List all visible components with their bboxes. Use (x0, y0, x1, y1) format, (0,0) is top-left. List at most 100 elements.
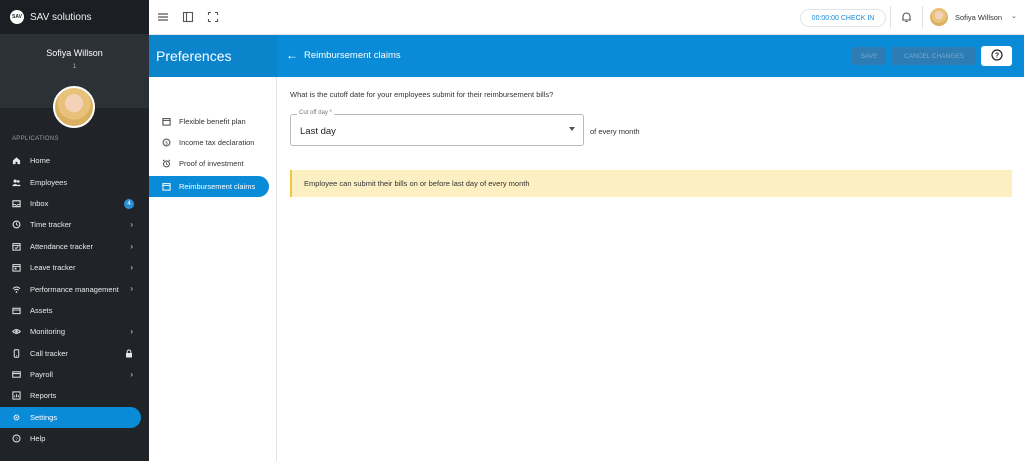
lock-icon (125, 349, 133, 360)
menu-icon[interactable] (157, 11, 169, 23)
sidebar-item-label: Reports (30, 391, 57, 401)
bell-icon[interactable] (901, 11, 912, 25)
user-name[interactable]: Sofiya Willson (955, 13, 1002, 22)
check-in-button[interactable]: 00:00:00 CHECK IN (800, 9, 886, 27)
sidebar-item-label: Employees (30, 177, 68, 187)
sidebar-item-label: Home (30, 156, 51, 166)
sidebar-item-assets[interactable]: Assets (0, 300, 149, 321)
people-icon (12, 178, 21, 187)
brand-logo: SAV (10, 10, 24, 24)
clock-icon (12, 220, 21, 229)
fullscreen-icon[interactable] (207, 11, 219, 23)
card-icon (12, 370, 21, 379)
divider (922, 6, 923, 29)
sidebar-item-label: Payroll (30, 370, 53, 380)
sidebar-item-home[interactable]: Home (0, 150, 149, 171)
user-avatar[interactable] (930, 8, 948, 26)
inbox-icon (12, 199, 21, 208)
preferences-menu: Flexible benefit plan $ Income tax decla… (149, 77, 277, 461)
sidebar-item-settings[interactable]: Settings (0, 406, 141, 429)
panel-toggle-icon[interactable] (182, 11, 194, 23)
inbox-count-badge: 4 (124, 198, 134, 209)
cutoff-day-value: Last day (300, 126, 336, 137)
sidebar-item-label: Inbox (30, 198, 49, 208)
sidebar-item-performance-management[interactable]: Performance management › (0, 278, 149, 299)
sidebar-item-inbox[interactable]: Inbox 4 (0, 193, 149, 214)
page-title: Reimbursement claims (304, 50, 401, 61)
brand-name: SAV solutions (30, 11, 92, 23)
help-icon: ? (12, 434, 21, 443)
applications-label: APPLICATIONS (12, 136, 59, 142)
sidebar-item-reports[interactable]: Reports (0, 385, 149, 406)
home-icon (12, 156, 21, 165)
submenu-item-label: Proof of investment (179, 159, 244, 168)
sidebar-item-employees[interactable]: Employees (0, 171, 149, 192)
alarm-icon (162, 159, 171, 168)
sidebar-item-time-tracker[interactable]: Time tracker › (0, 214, 149, 235)
brand[interactable]: SAV SAV solutions (0, 0, 149, 34)
cutoff-day-label: Cut off day * (297, 110, 334, 116)
cutoff-day-select[interactable]: Cut off day * Last day (290, 110, 584, 146)
save-button[interactable]: SAVE (852, 47, 886, 65)
sidebar-nav: Home Employees Inbox 4 Time tracker › At… (0, 150, 149, 449)
calendar-icon (12, 263, 21, 272)
submenu-item-flexible-benefit-plan[interactable]: Flexible benefit plan (149, 111, 269, 132)
chevron-right-icon: › (130, 220, 133, 230)
page-header: Preferences ← Reimbursement claims SAVE … (149, 35, 1024, 77)
submenu-item-reimbursement-claims[interactable]: Reimbursement claims (149, 176, 269, 197)
sidebar-item-label: Settings (30, 412, 58, 422)
submenu-item-label: Flexible benefit plan (179, 117, 246, 126)
preferences-header: Preferences (149, 35, 277, 77)
submenu-item-income-tax-declaration[interactable]: $ Income tax declaration (149, 132, 269, 153)
sidebar-item-label: Assets (30, 305, 53, 315)
chevron-right-icon: › (130, 369, 133, 379)
chevron-right-icon: › (130, 262, 133, 272)
help-button[interactable]: ? (981, 46, 1012, 66)
sidebar-item-label: Call tracker (30, 348, 68, 358)
coin-icon: $ (162, 138, 171, 147)
help-icon: ? (990, 49, 1003, 63)
info-notice: Employee can submit their bills on or be… (290, 170, 1012, 197)
profile-subtext: 1 (72, 64, 77, 70)
sidebar-item-help[interactable]: ? Help (0, 428, 149, 449)
sidebar-item-leave-tracker[interactable]: Leave tracker › (0, 257, 149, 278)
submenu-item-label: Income tax declaration (179, 138, 255, 147)
calendar-icon (162, 117, 171, 126)
chevron-right-icon: › (130, 284, 133, 294)
briefcase-icon (12, 306, 21, 315)
svg-text:?: ? (994, 53, 998, 60)
back-arrow-icon[interactable]: ← (286, 48, 298, 62)
sidebar-item-call-tracker[interactable]: Call tracker (0, 343, 149, 364)
sidebar-item-attendance-tracker[interactable]: Attendance tracker › (0, 236, 149, 257)
sidebar-item-payroll[interactable]: Payroll › (0, 364, 149, 385)
sidebar-item-label: Performance management (30, 284, 119, 294)
cancel-changes-button[interactable]: CANCEL CHANGES (892, 47, 976, 65)
signal-icon (12, 285, 21, 294)
chevron-right-icon: › (130, 327, 133, 337)
chevron-right-icon: › (130, 241, 133, 251)
preferences-title: Preferences (156, 48, 232, 64)
cutoff-question: What is the cutoff date for your employe… (290, 90, 554, 99)
submenu-item-proof-of-investment[interactable]: Proof of investment (149, 153, 269, 174)
phone-icon (12, 348, 21, 358)
svg-text:?: ? (15, 437, 18, 443)
sidebar-item-label: Help (30, 434, 46, 444)
report-icon (12, 391, 21, 401)
sidebar-item-label: Time tracker (30, 220, 72, 230)
submenu-item-label: Reimbursement claims (179, 182, 256, 191)
dropdown-caret-icon (569, 127, 575, 131)
profile-avatar[interactable] (53, 86, 95, 128)
sidebar-item-label: Monitoring (30, 327, 66, 337)
gear-icon (12, 413, 21, 422)
divider (890, 6, 891, 29)
chevron-down-icon[interactable]: ⌄ (1011, 12, 1017, 20)
notice-text: Employee can submit their bills on or be… (304, 179, 530, 188)
cutoff-suffix: of every month (590, 127, 640, 136)
top-bar: 00:00:00 CHECK IN Sofiya Willson ⌄ (149, 0, 1024, 35)
sidebar-item-label: Leave tracker (30, 263, 76, 273)
calendar-check-icon (12, 242, 21, 251)
sidebar-item-monitoring[interactable]: Monitoring › (0, 321, 149, 342)
main-sidebar: SAV SAV solutions Sofiya Willson 1 APPLI… (0, 0, 149, 461)
sidebar-item-label: Attendance tracker (30, 241, 93, 251)
eye-icon (12, 327, 21, 336)
